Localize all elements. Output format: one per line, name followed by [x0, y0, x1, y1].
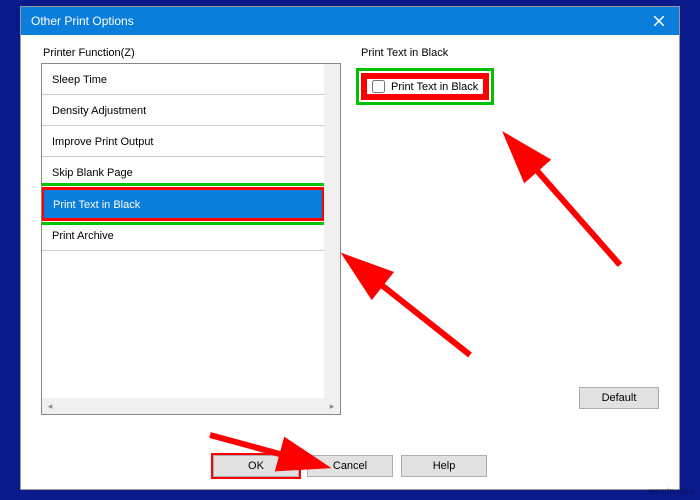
scroll-left-icon[interactable]: ◂ [42, 398, 58, 414]
dialog-footer: OK Cancel Help [21, 451, 679, 481]
list-item-print-text-in-black[interactable]: Print Text in Black [42, 188, 324, 220]
scroll-right-icon[interactable]: ▸ [324, 398, 340, 414]
printer-function-list[interactable]: Sleep Time Density Adjustment Improve Pr… [41, 63, 341, 415]
horizontal-scrollbar[interactable]: ◂ ▸ [42, 398, 340, 414]
list-item-sleep-time[interactable]: Sleep Time [42, 64, 324, 95]
list-item-skip-blank-page[interactable]: Skip Blank Page [42, 157, 324, 188]
group-label: Print Text in Black [361, 47, 659, 59]
list-item-print-archive[interactable]: Print Archive [42, 220, 324, 251]
list-item-density-adjustment[interactable]: Density Adjustment [42, 95, 324, 126]
close-icon [654, 16, 664, 26]
vertical-scrollbar[interactable] [324, 64, 340, 398]
ok-button[interactable]: OK [213, 455, 299, 477]
titlebar: Other Print Options [21, 7, 679, 35]
other-print-options-dialog: Other Print Options Printer Function(Z) … [20, 6, 680, 490]
list-items: Sleep Time Density Adjustment Improve Pr… [42, 64, 324, 398]
default-button[interactable]: Default [579, 387, 659, 409]
printer-function-label: Printer Function(Z) [43, 47, 135, 59]
print-text-in-black-option[interactable]: Print Text in Black [361, 73, 489, 100]
checkbox-label: Print Text in Black [391, 81, 478, 93]
watermark: wsxdn.com [649, 486, 694, 496]
dialog-title: Other Print Options [31, 14, 134, 28]
detail-panel: Print Text in Black Print Text in Black … [361, 47, 659, 427]
list-item-improve-print-output[interactable]: Improve Print Output [42, 126, 324, 157]
close-button[interactable] [639, 7, 679, 35]
print-text-in-black-checkbox[interactable] [372, 80, 385, 93]
cancel-button[interactable]: Cancel [307, 455, 393, 477]
help-button[interactable]: Help [401, 455, 487, 477]
